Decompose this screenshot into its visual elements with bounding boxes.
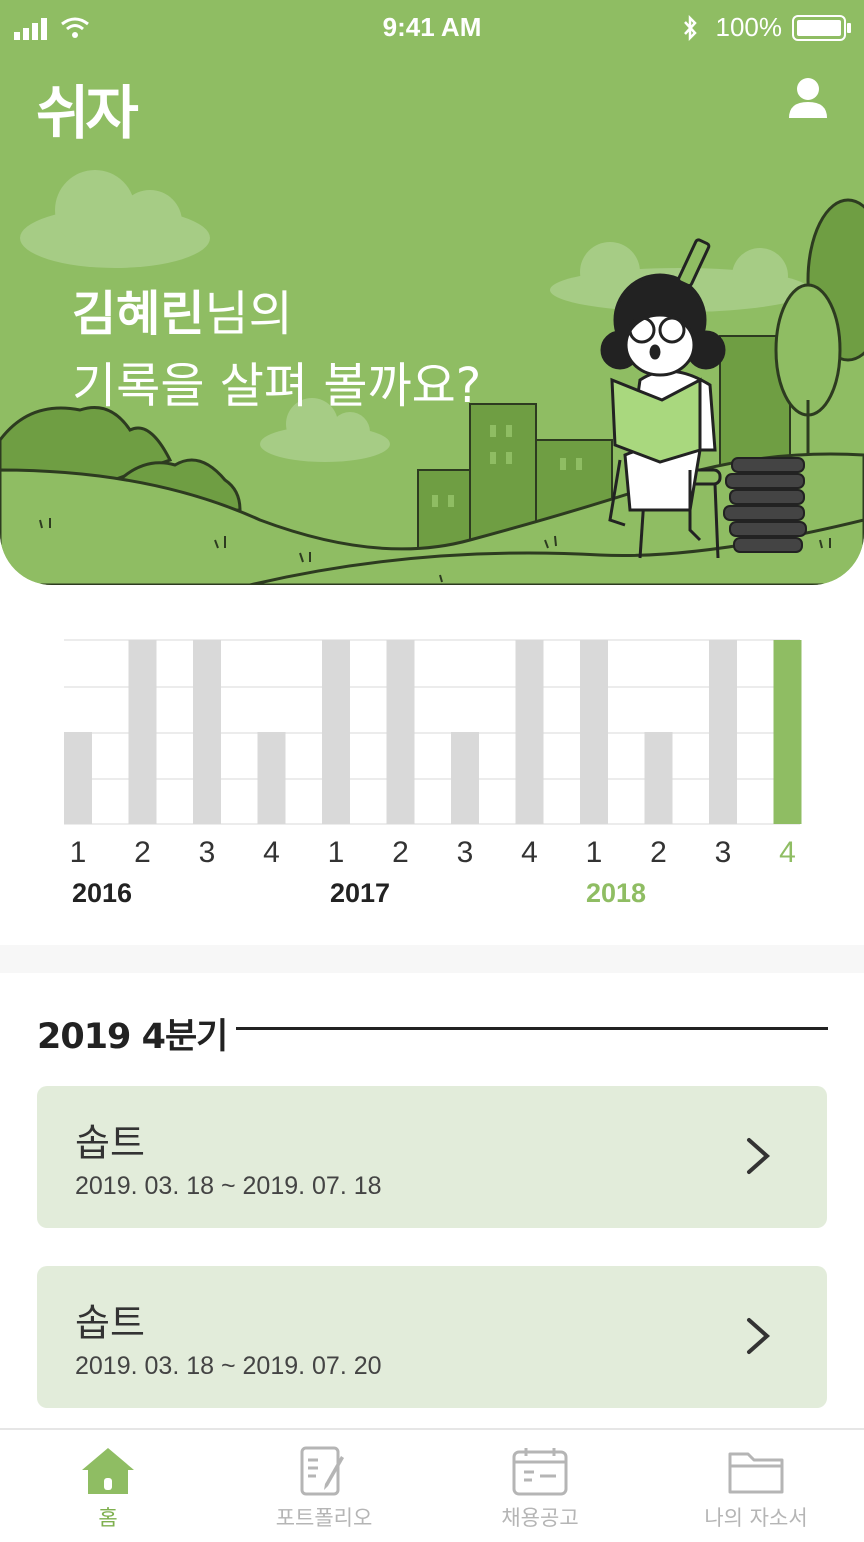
bottom-tab-bar: 홈 포트폴리오 채용공고 나의 자소서	[0, 1428, 864, 1542]
chart-bar	[322, 640, 350, 824]
chart-bar	[128, 640, 157, 824]
greeting-suffix: 님의	[204, 286, 293, 342]
quarter-label: 4	[779, 836, 796, 869]
tab-jobs[interactable]: 채용공고	[432, 1430, 648, 1542]
quarter-label: 4	[263, 836, 280, 869]
quarter-label: 3	[714, 836, 732, 869]
tab-home[interactable]: 홈	[0, 1430, 216, 1542]
bluetooth-icon	[684, 15, 697, 41]
tab-label: 나의 자소서	[704, 1506, 808, 1530]
calendar-icon	[512, 1448, 568, 1496]
record-card[interactable]: 솝트 2019. 03. 18 ~ 2019. 07. 18	[37, 1086, 827, 1228]
chart-bar	[193, 640, 221, 824]
hero-banner: 9:41 AM 100% 쉬자 김혜린님의 기록을 살펴 볼까요?	[0, 0, 864, 585]
greeting-line2: 기록을 살펴 볼까요?	[72, 358, 482, 414]
card-date: 2019. 03. 18 ~ 2019. 07. 18	[75, 1172, 382, 1200]
section-divider	[0, 945, 864, 973]
chevron-right-icon	[747, 1318, 771, 1354]
quarter-label: 3	[456, 836, 474, 869]
chart-bar	[773, 640, 802, 824]
record-card[interactable]: 솝트 2019. 03. 18 ~ 2019. 07. 20	[37, 1266, 827, 1408]
quarter-label: 1	[327, 836, 345, 869]
quarter-label: 1	[69, 836, 87, 869]
card-date: 2019. 03. 18 ~ 2019. 07. 20	[75, 1352, 382, 1380]
section-title: 2019 4분기	[37, 1017, 228, 1057]
battery-icon	[792, 15, 851, 41]
quarter-label: 2	[134, 836, 151, 869]
quarter-label: 4	[521, 836, 538, 869]
user-name: 김혜린	[72, 286, 205, 342]
tab-portfolio[interactable]: 포트폴리오	[216, 1430, 432, 1542]
chart-bar	[451, 732, 479, 824]
section-title-line	[236, 1027, 828, 1030]
greeting-text: 김혜린님의 기록을 살펴 볼까요?	[72, 278, 481, 422]
portfolio-icon	[300, 1446, 344, 1496]
year-label-2017: 2017	[330, 878, 391, 908]
year-label-2018: 2018	[586, 878, 647, 908]
quarter-label: 2	[650, 836, 667, 869]
status-bar: 9:41 AM 100%	[0, 0, 864, 56]
folder-icon	[728, 1452, 784, 1494]
chart-bar	[644, 732, 673, 824]
chart-bar	[709, 640, 737, 824]
year-label-2016: 2016	[72, 878, 133, 908]
chart-bar	[257, 732, 286, 824]
app-logo: 쉬자	[36, 79, 139, 147]
tab-label: 홈	[98, 1506, 118, 1530]
chart-bar	[386, 640, 415, 824]
tab-label: 포트폴리오	[275, 1506, 373, 1530]
card-title: 솝트	[75, 1121, 145, 1165]
chart-bar	[64, 732, 92, 824]
chevron-right-icon	[747, 1138, 771, 1174]
quarter-label: 1	[585, 836, 603, 869]
chart-gridlines	[64, 639, 800, 825]
battery-percent: 100%	[715, 12, 783, 42]
profile-icon[interactable]	[788, 76, 828, 120]
chart-bar	[580, 640, 608, 824]
quarterly-chart	[64, 639, 802, 825]
quarter-label: 2	[392, 836, 409, 869]
quarter-label: 3	[198, 836, 216, 869]
tab-my-essays[interactable]: 나의 자소서	[648, 1430, 864, 1542]
home-icon	[82, 1448, 134, 1494]
tab-label: 채용공고	[501, 1506, 579, 1530]
card-title: 솝트	[75, 1301, 145, 1345]
chart-bar	[515, 640, 544, 824]
